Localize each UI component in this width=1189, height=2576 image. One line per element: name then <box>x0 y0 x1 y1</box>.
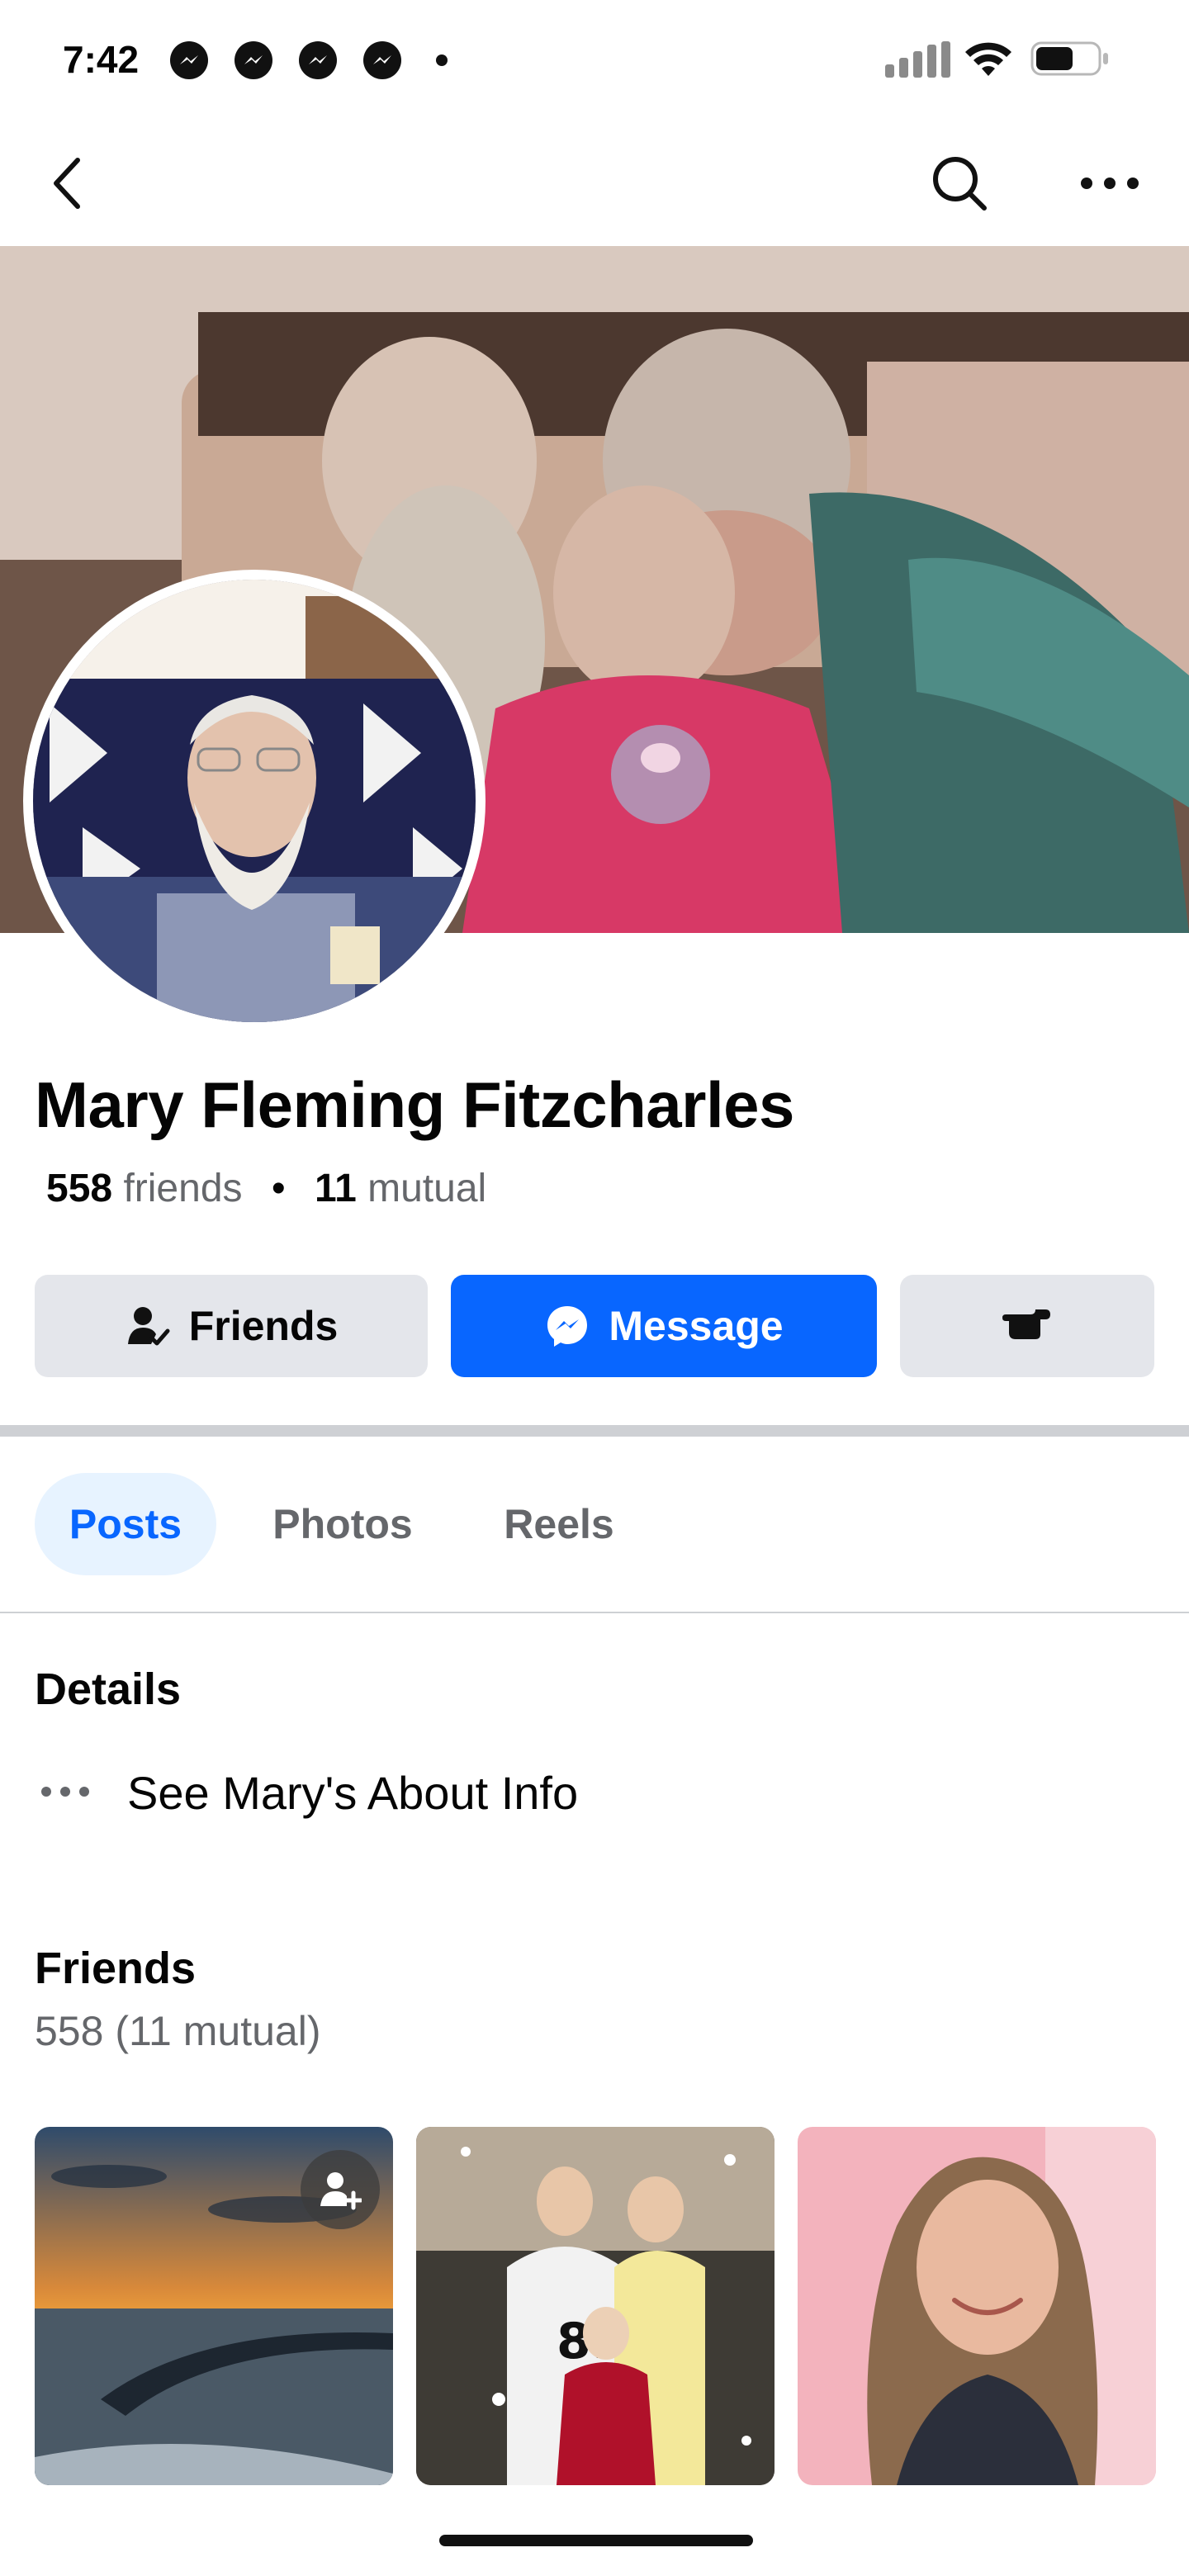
add-friend-icon <box>320 2172 362 2210</box>
see-about-info-link[interactable]: See Mary's About Info <box>127 1762 578 1825</box>
add-friend-button[interactable] <box>301 2150 380 2229</box>
more-notifications-dot <box>436 54 448 66</box>
friend-thumbnail[interactable]: 81 <box>416 2127 775 2485</box>
tab-reels[interactable]: Reels <box>471 1473 647 1575</box>
tab-posts[interactable]: Posts <box>35 1473 216 1575</box>
tabs-divider <box>0 1612 1189 1613</box>
details-title: Details <box>35 1664 182 1714</box>
friends-count: 558 <box>46 1167 113 1210</box>
poke-hand-icon <box>1002 1301 1052 1351</box>
stats-separator: • <box>271 1167 286 1210</box>
friends-button-label: Friends <box>188 1303 339 1349</box>
message-button-label: Message <box>609 1303 784 1349</box>
friend-check-icon <box>125 1303 171 1349</box>
status-time: 7:42 <box>63 38 140 81</box>
chevron-left-icon <box>54 158 80 209</box>
more-horizontal-icon <box>41 1787 89 1797</box>
section-divider <box>0 1425 1189 1437</box>
profile-name: Mary Fleming Fitzcharles <box>35 1068 794 1141</box>
message-button[interactable]: Message <box>451 1275 877 1377</box>
messenger-icon <box>544 1303 590 1349</box>
mutual-label: mutual <box>367 1167 487 1210</box>
poke-button[interactable] <box>900 1275 1154 1377</box>
tab-photos[interactable]: Photos <box>239 1473 446 1575</box>
more-options-button[interactable] <box>1077 150 1143 216</box>
battery-icon <box>1030 41 1108 76</box>
messenger-icon <box>299 41 337 79</box>
search-icon <box>933 157 987 211</box>
messenger-icon <box>170 41 208 79</box>
profile-picture[interactable] <box>33 580 476 1022</box>
friend-stats[interactable]: 558 friends • 11 mutual <box>46 1159 486 1219</box>
friends-button[interactable]: Friends <box>35 1275 428 1377</box>
friend-thumbnail[interactable] <box>798 2127 1156 2485</box>
messenger-icon <box>363 41 401 79</box>
home-indicator[interactable] <box>439 2535 753 2546</box>
more-horizontal-icon <box>1081 178 1139 189</box>
cellular-signal-icon <box>885 41 950 78</box>
wifi-icon <box>965 42 1011 76</box>
search-button[interactable] <box>926 150 992 216</box>
friends-section-count: 558 (11 mutual) <box>35 2008 321 2054</box>
friends-label: friends <box>123 1167 243 1210</box>
friends-section-title: Friends <box>35 1944 197 1993</box>
back-button[interactable] <box>35 150 101 216</box>
messenger-icon <box>234 41 272 79</box>
mutual-count: 11 <box>315 1167 357 1210</box>
